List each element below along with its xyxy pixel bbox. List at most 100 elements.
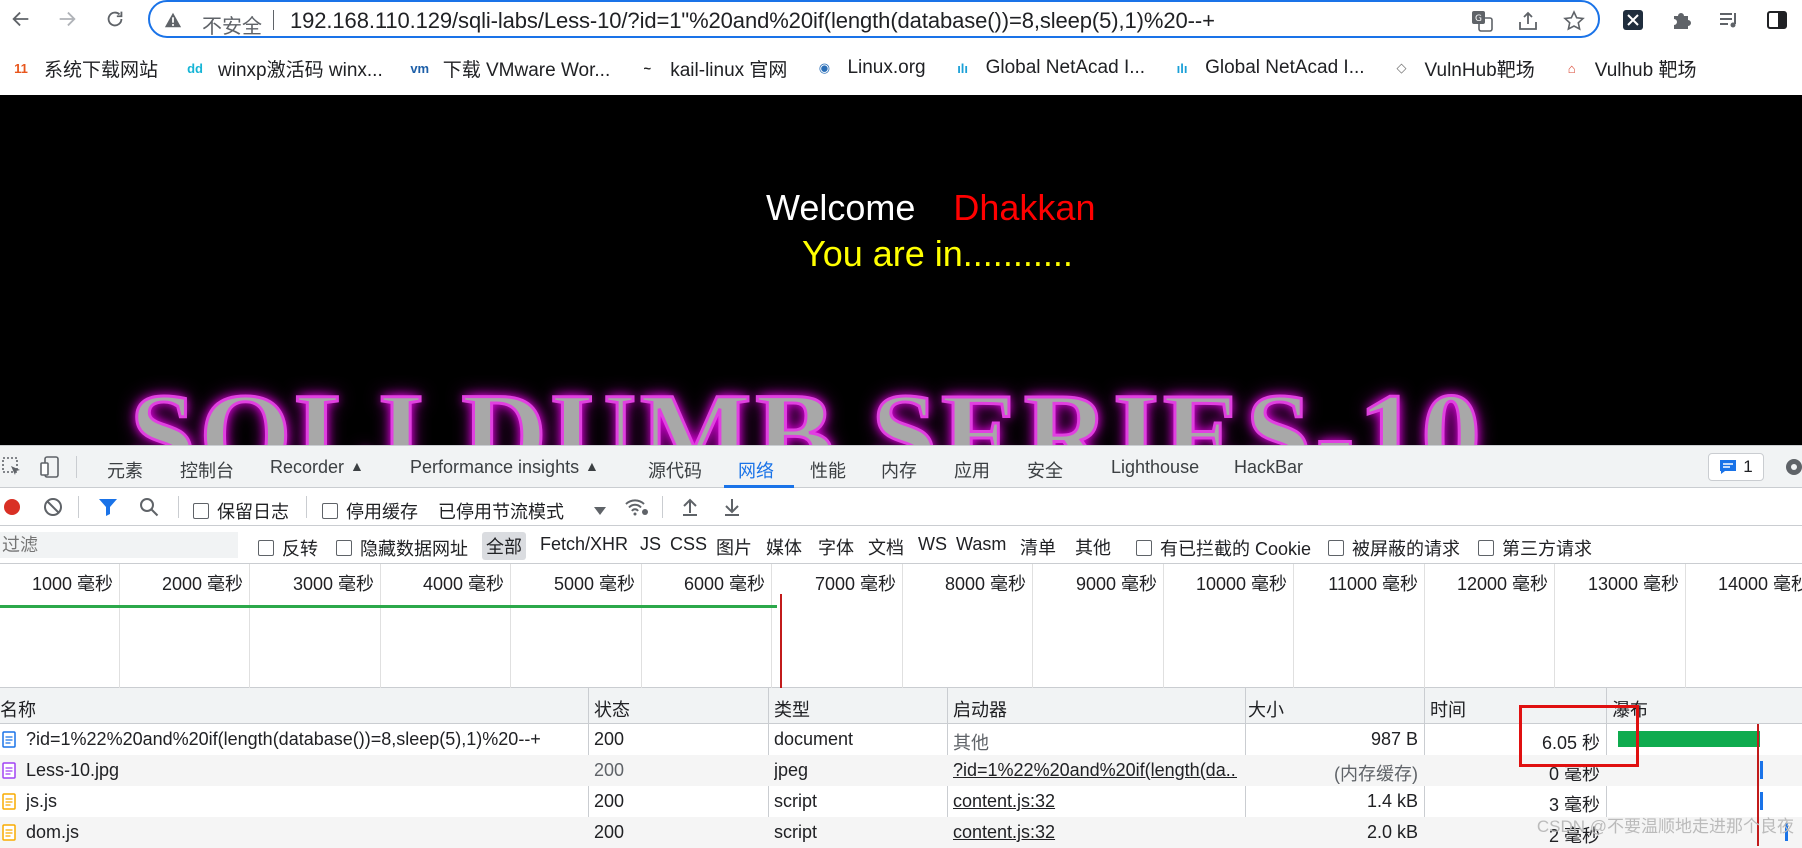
url-text[interactable]: 192.168.110.129/sqli-labs/Less-10/?id=1"… — [290, 8, 1215, 34]
preserve-log-checkbox[interactable]: 保留日志 — [193, 498, 289, 524]
filter-input[interactable] — [0, 532, 238, 558]
bookmark-label: 下载 VMware Wor... — [443, 55, 611, 82]
timeline-tick-label: 11000 毫秒 — [1308, 570, 1418, 596]
x-extension-icon[interactable] — [1620, 7, 1646, 33]
devtools-tab[interactable]: Performance insights — [410, 457, 579, 478]
bookmark-item[interactable]: vm下载 VMware Wor... — [409, 55, 611, 82]
export-har-button[interactable] — [722, 497, 742, 517]
search-button[interactable] — [139, 497, 159, 517]
bookmark-item[interactable]: ◇VulnHub靶场 — [1391, 55, 1535, 82]
bookmark-item[interactable]: ~kail-linux 官网 — [636, 55, 787, 82]
resource-type-filter[interactable]: 字体 — [818, 534, 854, 560]
cell-size: 1.4 kB — [1248, 791, 1418, 812]
devtools-tab[interactable]: 源代码 — [648, 457, 702, 483]
timeline-tick-label: 10000 毫秒 — [1177, 570, 1287, 596]
network-overview-timeline[interactable]: 1000 毫秒2000 毫秒3000 毫秒4000 毫秒5000 毫秒6000 … — [0, 564, 1802, 688]
cell-type: document — [774, 729, 944, 750]
hide-data-urls-checkbox[interactable]: 隐藏数据网址 — [336, 535, 468, 561]
star-icon[interactable] — [1562, 9, 1586, 33]
invert-checkbox[interactable]: 反转 — [258, 535, 318, 561]
resource-type-filter[interactable]: 全部 — [482, 532, 526, 560]
bookmark-item[interactable]: ılıGlobal NetAcad I... — [952, 57, 1145, 79]
bookmark-label: Global NetAcad I... — [986, 57, 1145, 79]
disable-cache-checkbox[interactable]: 停用缓存 — [322, 498, 418, 524]
bookmark-label: VulnHub靶场 — [1425, 55, 1535, 82]
bookmark-label: Global NetAcad I... — [1205, 57, 1364, 79]
devtools-tab[interactable]: 控制台 — [180, 457, 234, 483]
devtools-panel: 元素控制台Recorder▲Performance insights▲源代码网络… — [0, 445, 1802, 845]
resource-type-filter[interactable]: Wasm — [956, 534, 1006, 555]
reload-button[interactable] — [102, 6, 128, 32]
devtools-tab[interactable]: HackBar — [1234, 457, 1303, 478]
bookmark-item[interactable]: ılıGlobal NetAcad I... — [1171, 57, 1364, 79]
issues-count: 1 — [1743, 457, 1752, 477]
waterfall-bar — [1618, 731, 1760, 747]
cell-status: 200 — [594, 760, 764, 781]
resource-type-filter[interactable]: 其他 — [1075, 534, 1111, 560]
bookmark-item[interactable]: ⌂Vulhub 靶场 — [1561, 55, 1697, 82]
resource-type-filter[interactable]: 媒体 — [766, 534, 802, 560]
address-bar[interactable]: 不安全 192.168.110.129/sqli-labs/Less-10/?i… — [148, 0, 1600, 38]
timeline-gridline — [771, 564, 772, 688]
gear-icon[interactable] — [1782, 455, 1802, 479]
blocked-requests-checkbox[interactable]: 被屏蔽的请求 — [1328, 535, 1460, 561]
resource-type-filter[interactable]: WS — [918, 534, 947, 555]
column-header[interactable]: 名称 — [0, 696, 36, 722]
devtools-tab[interactable]: Lighthouse — [1111, 457, 1199, 478]
filter-icon — [98, 497, 118, 517]
forward-button[interactable] — [54, 6, 80, 32]
media-queue-icon[interactable] — [1716, 7, 1742, 33]
blocked-cookies-checkbox[interactable]: 有已拦截的 Cookie — [1136, 535, 1311, 561]
column-header[interactable]: 类型 — [774, 696, 810, 722]
download-icon — [723, 497, 741, 517]
cell-initiator[interactable]: content.js:32 — [953, 822, 1237, 843]
back-button[interactable] — [8, 6, 34, 32]
devtools-tab[interactable]: 网络 — [738, 457, 774, 483]
bookmark-item[interactable]: 11系统下载网站 — [10, 55, 158, 82]
devtools-tab[interactable]: 元素 — [107, 457, 143, 483]
issues-badge[interactable]: 1 — [1708, 453, 1764, 481]
devtools-tab[interactable]: 性能 — [810, 457, 846, 483]
security-label[interactable]: 不安全 — [202, 10, 262, 39]
third-party-checkbox[interactable]: 第三方请求 — [1478, 535, 1592, 561]
cell-initiator[interactable]: content.js:32 — [953, 791, 1237, 812]
resource-type-filter[interactable]: 清单 — [1020, 534, 1056, 560]
column-header[interactable]: 时间 — [1430, 696, 1466, 722]
column-header[interactable]: 大小 — [1248, 696, 1284, 722]
import-har-button[interactable] — [680, 497, 700, 517]
welcome-line: WelcomeDhakkan — [766, 187, 1095, 229]
login-status-text: You are in........... — [802, 233, 1073, 275]
device-toolbar-icon[interactable] — [38, 455, 62, 479]
timeline-tick-label: 2000 毫秒 — [133, 570, 243, 596]
resource-type-filter[interactable]: 文档 — [868, 534, 904, 560]
resource-type-filter[interactable]: Fetch/XHR — [540, 534, 628, 555]
devtools-tab[interactable]: Recorder — [270, 457, 344, 478]
devtools-tab[interactable]: 安全 — [1027, 457, 1063, 483]
translate-icon[interactable]: G — [1470, 9, 1494, 33]
timeline-tick-label: 13000 毫秒 — [1569, 570, 1679, 596]
table-row[interactable]: dom.js200scriptcontent.js:322.0 kB2 毫秒 — [0, 817, 1802, 848]
table-row[interactable]: js.js200scriptcontent.js:321.4 kB3 毫秒 — [0, 786, 1802, 817]
devtools-tab[interactable]: 内存 — [881, 457, 917, 483]
script-icon — [2, 824, 16, 841]
throttling-select[interactable]: 已停用节流模式 — [438, 498, 606, 524]
resource-type-filter[interactable]: JS — [640, 534, 661, 555]
network-conditions-button[interactable] — [624, 497, 650, 517]
column-header[interactable]: 启动器 — [953, 696, 1007, 722]
disable-cache-label: 停用缓存 — [346, 498, 418, 524]
devtools-tab[interactable]: 应用 — [954, 457, 990, 483]
share-icon[interactable] — [1516, 9, 1540, 33]
bookmark-item[interactable]: ◉Linux.org — [813, 57, 925, 79]
extensions-puzzle-icon[interactable] — [1668, 7, 1694, 33]
inspect-element-icon[interactable] — [0, 455, 24, 479]
side-panel-icon[interactable] — [1764, 7, 1790, 33]
cell-size: 2.0 kB — [1248, 822, 1418, 843]
record-button[interactable] — [2, 497, 22, 517]
resource-type-filter[interactable]: CSS — [670, 534, 707, 555]
column-header[interactable]: 状态 — [594, 696, 630, 722]
resource-type-filter[interactable]: 图片 — [716, 534, 752, 560]
cell-initiator[interactable]: ?id=1%22%20and%20if(length(da... — [953, 760, 1237, 781]
filter-toggle[interactable] — [98, 497, 118, 517]
bookmark-item[interactable]: ddwinxp激活码 winx... — [184, 55, 383, 82]
clear-button[interactable] — [43, 497, 63, 517]
